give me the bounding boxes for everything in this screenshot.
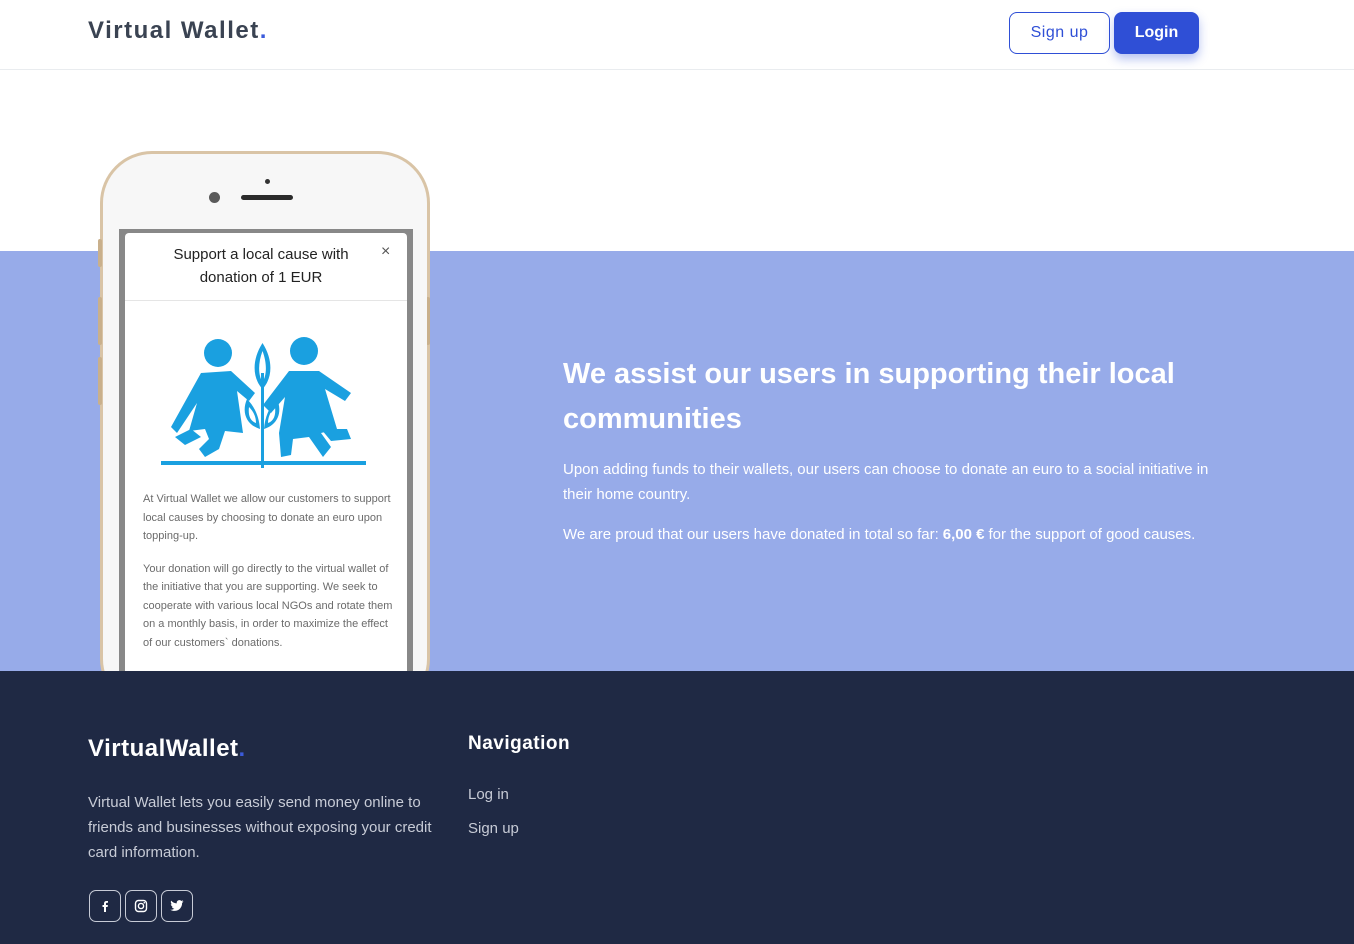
twitter-button[interactable]: [161, 890, 193, 922]
footer-nav-title: Navigation: [468, 733, 571, 754]
instagram-button[interactable]: [125, 890, 157, 922]
phone-side-button: [98, 239, 102, 267]
footer-description: Virtual Wallet lets you easily send mone…: [88, 794, 432, 861]
donation-modal: Support a local cause with donation of 1…: [125, 233, 407, 695]
phone-side-button: [98, 357, 102, 405]
top-navbar: Virtual Wallet. Sign up Login: [0, 0, 1354, 70]
donation-total: 6,00 €: [942, 526, 985, 543]
instagram-icon: [134, 899, 148, 913]
footer-login-link[interactable]: Log in: [468, 786, 509, 803]
signup-button[interactable]: Sign up: [1009, 12, 1110, 54]
facebook-icon: [102, 901, 108, 912]
brand-logo[interactable]: Virtual Wallet.: [88, 17, 268, 45]
modal-body-text: At Virtual Wallet we allow our customers…: [143, 490, 393, 666]
phone-body: Support a local cause with donation of 1…: [103, 154, 427, 708]
phone-sensor: [265, 179, 270, 184]
close-icon[interactable]: ×: [381, 243, 390, 261]
phone-speaker: [241, 195, 293, 200]
section-title: We assist our users in supporting their …: [563, 358, 1175, 435]
footer-signup-link[interactable]: Sign up: [468, 820, 519, 837]
modal-paragraph: At Virtual Wallet we allow our customers…: [143, 493, 391, 542]
modal-header: Support a local cause with donation of 1…: [125, 233, 407, 301]
donation-total-paragraph: We are proud that our users have donated…: [563, 526, 1196, 543]
footer-brand[interactable]: VirtualWallet.: [88, 735, 246, 763]
modal-paragraph: Your donation will go directly to the vi…: [143, 562, 393, 649]
phone-screen: Support a local cause with donation of 1…: [119, 229, 413, 699]
login-button[interactable]: Login: [1114, 12, 1199, 54]
phone-mockup: Support a local cause with donation of 1…: [98, 151, 430, 711]
phone-camera: [209, 192, 220, 203]
modal-title: Support a local cause with donation of 1…: [173, 246, 349, 286]
section-paragraph: Upon adding funds to their wallets, our …: [563, 461, 1209, 503]
facebook-button[interactable]: [89, 890, 121, 922]
charity-logo-icon: [161, 333, 366, 478]
phone-side-button: [98, 297, 102, 345]
twitter-icon: [170, 900, 184, 911]
